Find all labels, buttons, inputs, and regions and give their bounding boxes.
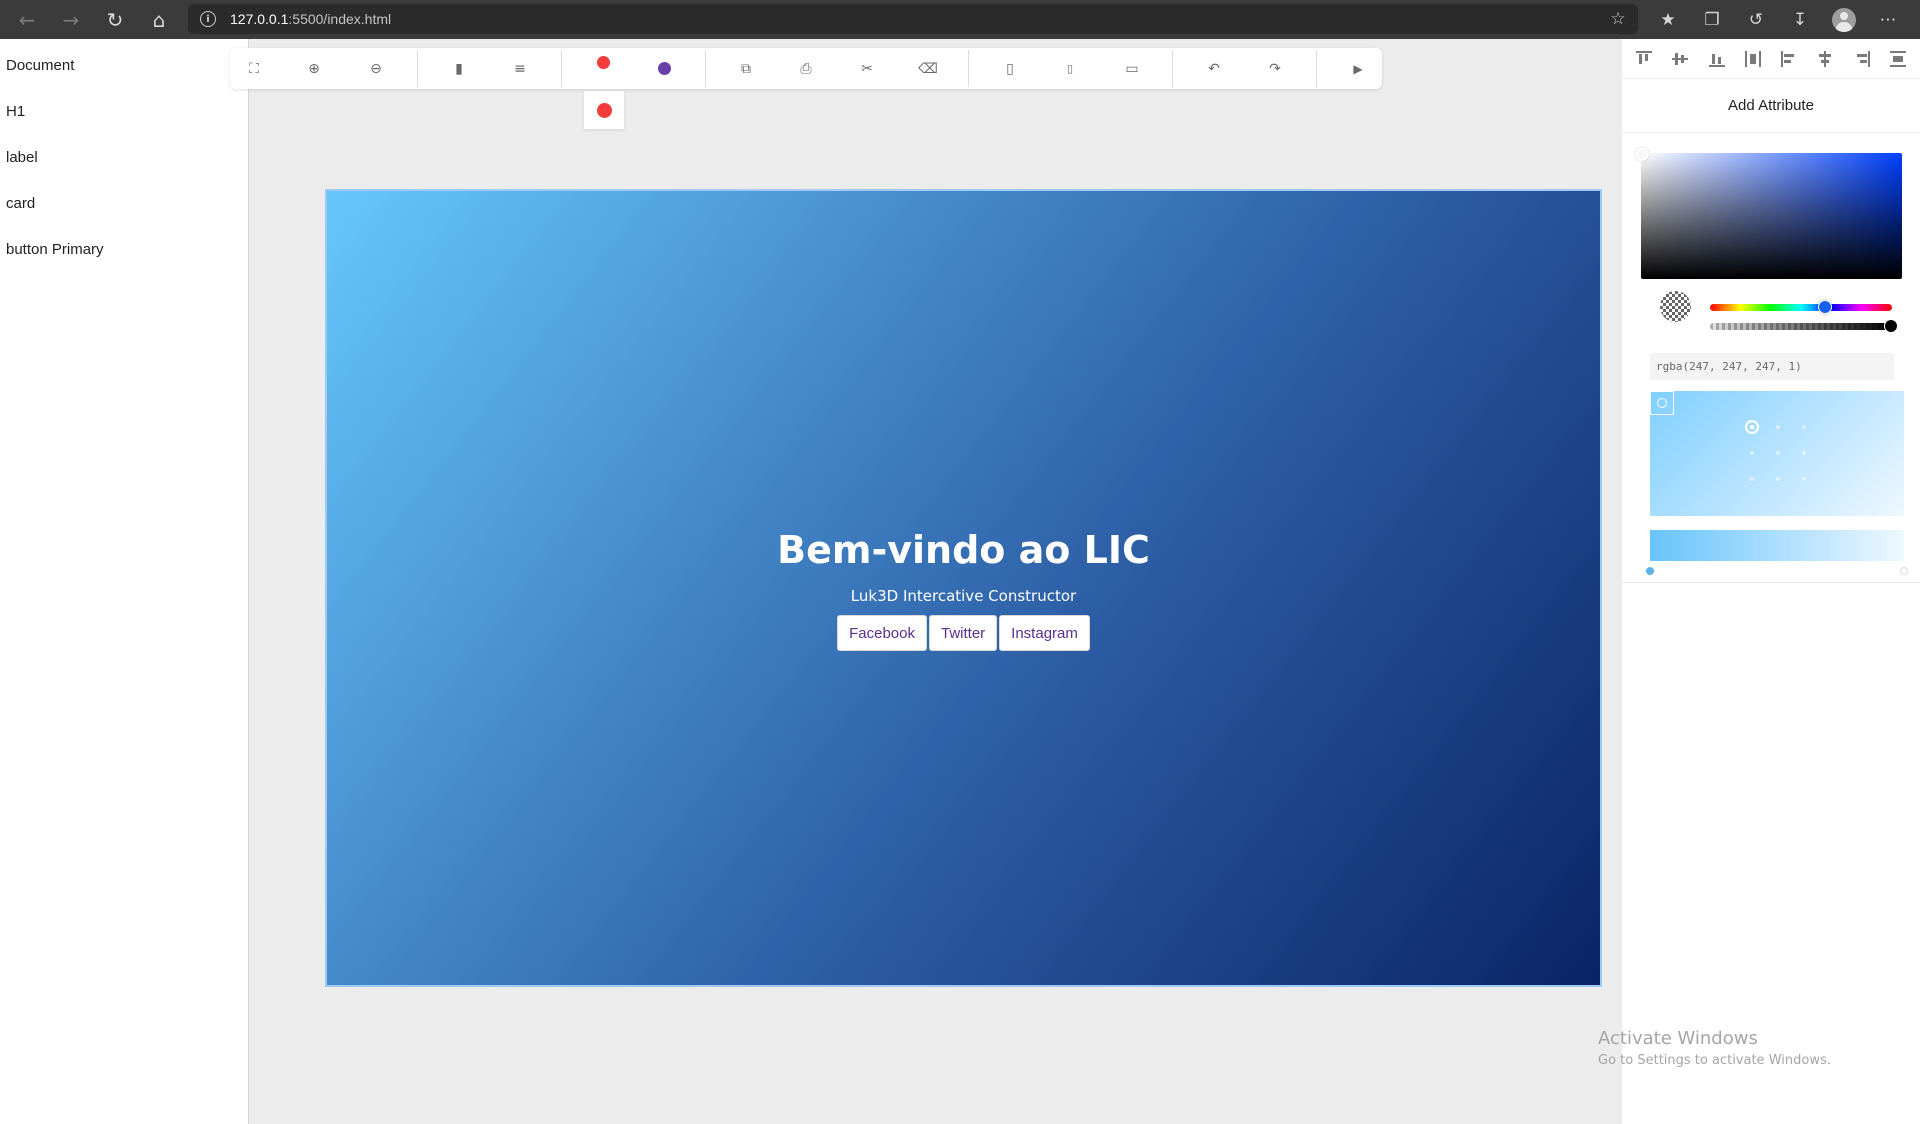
favorite-add-icon[interactable]: ☆ bbox=[1598, 4, 1638, 34]
design-canvas[interactable]: Bem-vindo ao LIC Luk3D Intercative Const… bbox=[325, 189, 1602, 987]
layer-item-document[interactable]: Document bbox=[0, 42, 248, 88]
gradient-stop-end[interactable] bbox=[1900, 567, 1908, 575]
saturation-handle[interactable] bbox=[1635, 147, 1649, 161]
copy-icon[interactable]: ⧉ bbox=[726, 48, 766, 89]
rows-icon[interactable]: ≡ bbox=[500, 48, 540, 89]
hue-slider[interactable] bbox=[1710, 300, 1892, 314]
selected-color-dot[interactable] bbox=[596, 102, 612, 118]
properties-panel: Add Attribute rgba(247, 247, 247, 1) bbox=[1622, 39, 1920, 1124]
gradient-direction-dot[interactable] bbox=[1750, 477, 1754, 481]
cut-icon[interactable]: ✂ bbox=[847, 48, 887, 89]
paste-icon[interactable]: ⎙ bbox=[786, 48, 826, 89]
redo-icon[interactable]: ↷ bbox=[1255, 48, 1295, 89]
editor-toolbar: ⛶ ⊕ ⊖ ▮ ≡ ⧉ ⎙ ✂ ⌫ ▯ ▯ ▭ ↶ ↷ ▶ bbox=[230, 48, 1382, 89]
red-dot-swatch bbox=[596, 56, 610, 69]
layer-item-h1[interactable]: H1 bbox=[0, 88, 248, 134]
color-red-dot[interactable] bbox=[583, 42, 623, 83]
align-right-icon[interactable] bbox=[1853, 50, 1871, 68]
hero-section: Bem-vindo ao LIC Luk3D Intercative Const… bbox=[327, 527, 1600, 651]
align-horizontal-center-icon[interactable] bbox=[1816, 50, 1834, 68]
gradient-direction-dot[interactable] bbox=[1776, 477, 1780, 481]
layer-item-label[interactable]: label bbox=[0, 134, 248, 180]
hero-subtitle[interactable]: Luk3D Intercative Constructor bbox=[327, 587, 1600, 605]
columns-icon[interactable]: ▮ bbox=[439, 48, 479, 89]
profile-avatar[interactable] bbox=[1822, 0, 1866, 39]
alignment-toolbar bbox=[1622, 39, 1920, 79]
saturation-value-area[interactable] bbox=[1635, 147, 1902, 279]
toolbar-divider bbox=[705, 50, 706, 87]
forward-icon[interactable]: → bbox=[49, 0, 93, 39]
gradient-direction-dot[interactable] bbox=[1776, 425, 1780, 429]
zoom-out-icon[interactable]: ⊖ bbox=[356, 48, 396, 89]
fullscreen-icon[interactable]: ⛶ bbox=[234, 48, 274, 89]
collections-icon[interactable]: ❐ bbox=[1690, 0, 1734, 39]
url-host: 127.0.0.1 bbox=[230, 11, 289, 27]
align-top-icon[interactable] bbox=[1635, 50, 1653, 68]
layer-item-button-primary[interactable]: button Primary bbox=[0, 226, 248, 272]
more-icon[interactable]: ⋯ bbox=[1866, 0, 1910, 39]
distribute-horizontal-icon[interactable] bbox=[1889, 50, 1907, 68]
gradient-direction-handle[interactable] bbox=[1745, 420, 1759, 434]
desktop-icon[interactable]: ▭ bbox=[1112, 48, 1152, 89]
distribute-vertical-icon[interactable] bbox=[1744, 50, 1762, 68]
color-value-input[interactable]: rgba(247, 247, 247, 1) bbox=[1650, 353, 1894, 380]
purple-dot-swatch bbox=[657, 62, 671, 75]
twitter-button[interactable]: Twitter bbox=[928, 615, 998, 651]
color-popover[interactable] bbox=[584, 91, 624, 129]
alpha-slider[interactable] bbox=[1710, 319, 1898, 333]
watermark-subtitle: Go to Settings to activate Windows. bbox=[1598, 1053, 1831, 1068]
gradient-direction-dot[interactable] bbox=[1776, 451, 1780, 455]
color-purple-dot[interactable] bbox=[644, 48, 684, 89]
back-icon[interactable]: ← bbox=[5, 0, 49, 39]
toolbar-divider bbox=[968, 50, 969, 87]
color-preview-swatch bbox=[1660, 291, 1691, 322]
zoom-in-icon[interactable]: ⊕ bbox=[294, 48, 334, 89]
gradient-stop-start[interactable] bbox=[1646, 567, 1654, 575]
browser-toolbar: ← → ↻ ⌂ i 127.0.0.1:5500/index.html ☆ ★ … bbox=[0, 0, 1920, 39]
url-text: 127.0.0.1:5500/index.html bbox=[230, 11, 391, 27]
url-path: :5500/index.html bbox=[288, 11, 392, 27]
alpha-slider-handle[interactable] bbox=[1884, 319, 1898, 333]
toolbar-divider bbox=[417, 50, 418, 87]
hue-slider-handle[interactable] bbox=[1818, 300, 1832, 314]
gradient-direction-dot[interactable] bbox=[1802, 425, 1806, 429]
gradient-corner-handle[interactable] bbox=[1650, 391, 1674, 415]
favorites-icon[interactable]: ★ bbox=[1646, 0, 1690, 39]
address-bar[interactable]: i 127.0.0.1:5500/index.html ☆ bbox=[188, 4, 1638, 34]
toolbar-divider bbox=[1172, 50, 1173, 87]
avatar bbox=[1832, 7, 1856, 32]
history-icon[interactable]: ↺ bbox=[1734, 0, 1778, 39]
delete-icon[interactable]: ⌫ bbox=[908, 48, 948, 89]
undo-icon[interactable]: ↶ bbox=[1194, 48, 1234, 89]
add-attribute-button[interactable]: Add Attribute bbox=[1622, 79, 1920, 133]
gradient-direction-dot[interactable] bbox=[1802, 477, 1806, 481]
gradient-direction-dot[interactable] bbox=[1750, 451, 1754, 455]
reload-icon[interactable]: ↻ bbox=[93, 0, 137, 39]
download-icon[interactable]: ↧ bbox=[1778, 0, 1822, 39]
gradient-direction-dot[interactable] bbox=[1802, 451, 1806, 455]
toolbar-divider bbox=[1316, 50, 1317, 87]
align-bottom-icon[interactable] bbox=[1708, 50, 1726, 68]
tablet-icon[interactable]: ▯ bbox=[1050, 48, 1090, 89]
align-left-icon[interactable] bbox=[1780, 50, 1798, 68]
browser-tools: ★ ❐ ↺ ↧ ⋯ bbox=[1646, 0, 1910, 39]
hero-title[interactable]: Bem-vindo ao LIC bbox=[327, 527, 1600, 573]
layer-item-card[interactable]: card bbox=[0, 180, 248, 226]
home-icon[interactable]: ⌂ bbox=[137, 0, 181, 39]
gradient-bar[interactable] bbox=[1650, 530, 1904, 561]
instagram-button[interactable]: Instagram bbox=[999, 615, 1090, 651]
watermark-title: Activate Windows bbox=[1598, 1028, 1758, 1049]
play-icon[interactable]: ▶ bbox=[1338, 48, 1378, 89]
windows-activation-watermark: Activate Windows Go to Settings to activ… bbox=[1598, 1028, 1831, 1068]
info-icon[interactable]: i bbox=[200, 11, 216, 27]
facebook-button[interactable]: Facebook bbox=[837, 615, 927, 651]
social-buttons: Facebook Twitter Instagram bbox=[327, 615, 1600, 651]
toolbar-divider bbox=[561, 50, 562, 87]
layers-panel: Document H1 label card button Primary bbox=[0, 39, 249, 1124]
gradient-direction-preview[interactable] bbox=[1650, 391, 1904, 516]
align-vertical-center-icon[interactable] bbox=[1671, 50, 1689, 68]
color-picker: rgba(247, 247, 247, 1) bbox=[1622, 133, 1920, 583]
mobile-icon[interactable]: ▯ bbox=[990, 48, 1030, 89]
